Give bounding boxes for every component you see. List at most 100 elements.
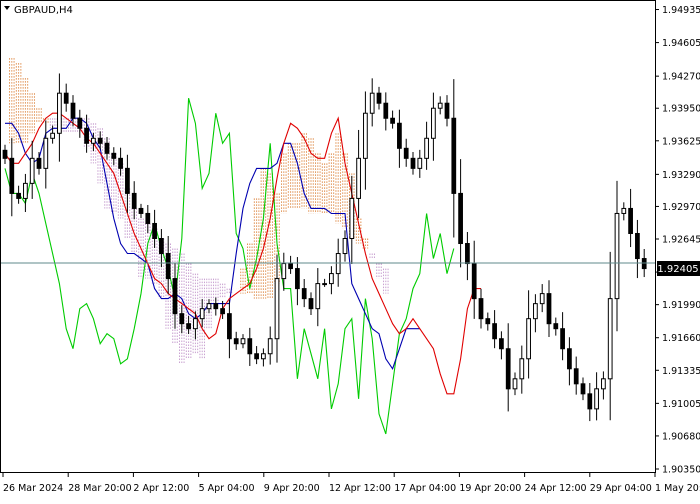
candle-body bbox=[267, 338, 273, 355]
candle-body bbox=[43, 137, 49, 169]
candle-body bbox=[594, 388, 599, 410]
candle-body bbox=[499, 338, 504, 350]
x-tick-label: 12 Apr 12:00 bbox=[329, 483, 391, 494]
current-price-label: 1.92405 bbox=[657, 264, 698, 275]
x-tick-label: 2 Apr 12:00 bbox=[133, 483, 189, 494]
x-tick-label: 24 Apr 12:00 bbox=[525, 483, 587, 494]
candle-body bbox=[614, 212, 620, 300]
candle-body bbox=[199, 308, 205, 320]
candle-body bbox=[403, 147, 409, 159]
candle-body bbox=[601, 378, 606, 390]
candle-body bbox=[363, 112, 368, 159]
candle-body bbox=[70, 102, 76, 119]
candle-body bbox=[417, 157, 423, 169]
candle-body bbox=[505, 348, 511, 390]
candle-body bbox=[288, 263, 293, 270]
candle-body bbox=[9, 157, 15, 194]
candle-body bbox=[560, 328, 565, 350]
y-tick-label: 1.94935 bbox=[662, 5, 700, 16]
candle-body bbox=[621, 207, 627, 214]
candle-body bbox=[478, 298, 484, 320]
candle-body bbox=[138, 207, 144, 214]
y-tick-label: 1.94605 bbox=[662, 38, 700, 49]
candle-body bbox=[193, 318, 198, 330]
candle-body bbox=[573, 368, 579, 385]
candlestick-chart: 1.94935 1.94605 1.94270 1.93950 1.93625 1.932… bbox=[0, 0, 700, 500]
y-tick-label: 1.90680 bbox=[662, 431, 700, 442]
x-tick-label: 26 Mar 2024 bbox=[3, 483, 63, 494]
candle-body bbox=[369, 92, 375, 114]
candle-body bbox=[641, 258, 647, 270]
candle-body bbox=[553, 323, 559, 330]
candle-body bbox=[628, 207, 633, 234]
candle-body bbox=[220, 308, 225, 315]
candle-body bbox=[295, 268, 300, 290]
candle-body bbox=[131, 192, 137, 209]
candle-body bbox=[349, 197, 355, 240]
candle-body bbox=[526, 318, 531, 360]
chart-background bbox=[0, 0, 700, 500]
candle-body bbox=[274, 278, 280, 340]
candle-body bbox=[159, 238, 164, 255]
candle-body bbox=[186, 323, 191, 330]
candle-body bbox=[2, 149, 8, 159]
candle-body bbox=[383, 102, 389, 119]
candle-body bbox=[152, 222, 157, 240]
candle-body bbox=[444, 102, 450, 119]
candle-body bbox=[165, 253, 171, 280]
candle-body bbox=[397, 122, 402, 149]
candle-body bbox=[567, 348, 572, 370]
candle-body bbox=[63, 92, 69, 104]
y-tick-label: 1.91660 bbox=[662, 333, 700, 344]
candle-body bbox=[322, 283, 327, 286]
y-tick-label: 1.94270 bbox=[662, 72, 700, 83]
candle-body bbox=[410, 157, 416, 169]
candle-body bbox=[179, 313, 185, 325]
candle-body bbox=[125, 167, 130, 194]
candle-body bbox=[376, 92, 382, 104]
candle-body bbox=[240, 338, 246, 345]
y-tick-label: 1.92645 bbox=[662, 235, 700, 246]
candle-body bbox=[247, 338, 253, 355]
candle-body bbox=[533, 303, 538, 320]
candle-body bbox=[458, 192, 463, 245]
candle-body bbox=[281, 263, 287, 280]
candle-body bbox=[356, 157, 361, 199]
candle-body bbox=[118, 157, 123, 169]
candle-body bbox=[512, 378, 518, 390]
candle-body bbox=[424, 137, 429, 159]
candle-body bbox=[145, 212, 151, 224]
x-tick-label: 28 Mar 20:00 bbox=[68, 483, 131, 494]
candle-body bbox=[465, 243, 470, 265]
candle-body bbox=[36, 157, 42, 169]
candle-body bbox=[29, 157, 35, 184]
candle-body bbox=[539, 293, 545, 305]
y-tick-label: 1.93290 bbox=[662, 170, 700, 181]
candle-body bbox=[172, 278, 178, 315]
x-tick-label: 29 Apr 04:00 bbox=[590, 483, 652, 494]
candle-body bbox=[335, 253, 341, 275]
candle-body bbox=[91, 137, 96, 144]
x-tick-label: 5 Apr 04:00 bbox=[199, 483, 255, 494]
candle-body bbox=[50, 132, 55, 139]
candle-body bbox=[390, 117, 395, 124]
x-tick-label: 17 Apr 04:00 bbox=[394, 483, 456, 494]
candle-body bbox=[492, 323, 497, 340]
candle-body bbox=[451, 117, 457, 194]
candle-body bbox=[213, 303, 219, 310]
y-tick-label: 1.91005 bbox=[662, 399, 700, 410]
candle-body bbox=[471, 263, 477, 300]
candle-body bbox=[111, 152, 117, 159]
candle-body bbox=[57, 92, 62, 134]
price-axis: 1.94935 1.94605 1.94270 1.93950 1.93625 1.932… bbox=[655, 5, 700, 475]
candle-body bbox=[84, 127, 89, 144]
y-tick-label: 1.93625 bbox=[662, 136, 700, 147]
candle-body bbox=[233, 338, 239, 345]
candle-body bbox=[16, 192, 21, 199]
candle-body bbox=[206, 303, 212, 310]
x-tick-label: 19 Apr 20:00 bbox=[459, 483, 521, 494]
candle-body bbox=[546, 293, 552, 325]
candle-body bbox=[308, 298, 314, 310]
chart-container: 1.94935 1.94605 1.94270 1.93950 1.93625 1.932… bbox=[0, 0, 700, 500]
candle-body bbox=[23, 182, 28, 199]
